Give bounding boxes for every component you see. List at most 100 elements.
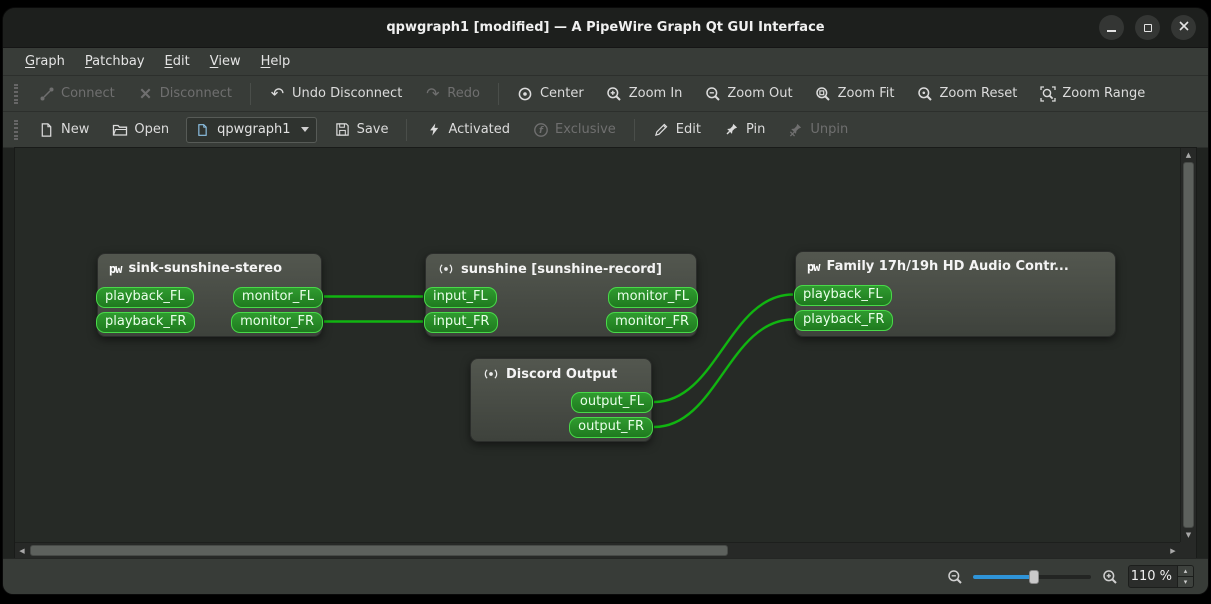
node-title: Family 17h/19h HD Audio Contr... <box>826 259 1069 274</box>
save-icon <box>334 122 351 138</box>
zoom-fit-icon <box>815 86 832 102</box>
menu-help[interactable]: Help <box>251 51 301 72</box>
toolbar-separator <box>497 82 499 105</box>
zoom-out-icon <box>704 86 721 102</box>
port-monitor-FL[interactable]: monitor_FL <box>232 287 323 308</box>
port-playback-FL[interactable]: playback_FL <box>794 285 892 306</box>
port-output-FL[interactable]: output_FL <box>570 392 653 413</box>
menu-view[interactable]: View <box>200 51 251 72</box>
scroll-right-icon[interactable]: ▶ <box>1166 543 1180 558</box>
scroll-down-icon[interactable]: ▼ <box>1181 528 1196 542</box>
connect-icon <box>38 86 55 102</box>
connect-button[interactable]: Connect <box>29 81 124 107</box>
minimize-button[interactable] <box>1099 15 1124 40</box>
patchbay-file-icon <box>194 122 211 138</box>
undo-disconnect-button[interactable]: ↶ Undo Disconnect <box>260 81 411 107</box>
port-input-FR[interactable]: input_FR <box>424 312 499 333</box>
zoom-reset-icon <box>916 86 933 102</box>
node-sunshine[interactable]: sunshine [sunshine-record] input_FL inpu… <box>424 253 698 337</box>
zoom-value: 110 % <box>1130 569 1172 584</box>
exclusive-icon: f <box>532 122 549 138</box>
vertical-scrollbar[interactable]: ▲ ▼ <box>1180 148 1196 542</box>
node-sink-sunshine-stereo[interactable]: pw sink-sunshine-stereo playback_FL play… <box>96 253 323 337</box>
pin-button[interactable]: Pin <box>714 117 774 143</box>
stream-icon <box>437 261 454 277</box>
maximize-icon <box>1143 23 1152 32</box>
stream-icon <box>482 366 499 382</box>
zoom-out-button[interactable]: Zoom Out <box>695 81 801 107</box>
window-title: qpwgraph1 [modified] — A PipeWire Graph … <box>386 20 825 35</box>
zoom-in-icon[interactable] <box>1101 568 1118 585</box>
new-file-icon <box>38 122 55 138</box>
vertical-scrollbar-thumb[interactable] <box>1183 162 1194 528</box>
toolbar-separator <box>406 118 408 141</box>
center-button[interactable]: Center <box>508 81 593 107</box>
port-playback-FL[interactable]: playback_FL <box>96 287 194 308</box>
port-monitor-FL[interactable]: monitor_FL <box>607 287 698 308</box>
menubar: Graph Patchbay Edit View Help <box>3 48 1208 76</box>
save-button[interactable]: Save <box>325 117 398 143</box>
spin-down-button[interactable]: ▾ <box>1178 576 1193 587</box>
open-button[interactable]: Open <box>102 117 178 143</box>
scroll-left-icon[interactable]: ◀ <box>15 543 29 558</box>
zoom-range-button[interactable]: Zoom Range <box>1030 81 1154 107</box>
pipewire-icon: pw <box>807 259 820 274</box>
node-discord-output[interactable]: Discord Output output_FL output_FR <box>470 358 653 442</box>
toolbar-separator <box>249 82 251 105</box>
svg-text:f: f <box>539 126 544 136</box>
redo-icon: ↷ <box>426 83 440 103</box>
disconnect-icon <box>137 86 154 102</box>
unpin-button[interactable]: Unpin <box>778 117 857 143</box>
menu-edit[interactable]: Edit <box>155 51 200 72</box>
port-monitor-FR[interactable]: monitor_FR <box>606 312 698 333</box>
disconnect-button[interactable]: Disconnect <box>128 81 241 107</box>
maximize-button[interactable] <box>1135 15 1160 40</box>
zoom-in-button[interactable]: Zoom In <box>597 81 692 107</box>
zoom-slider-thumb[interactable] <box>1029 569 1040 584</box>
horizontal-scrollbar-thumb[interactable] <box>30 545 728 556</box>
port-playback-FR[interactable]: playback_FR <box>794 310 894 331</box>
redo-button[interactable]: ↷ Redo <box>415 81 489 107</box>
toolbar-main: Connect Disconnect ↶ Undo Disconnect ↷ R… <box>3 76 1208 112</box>
close-icon <box>1178 20 1189 35</box>
edit-button[interactable]: Edit <box>644 117 710 143</box>
node-title: sink-sunshine-stereo <box>128 261 283 276</box>
zoom-fit-button[interactable]: Zoom Fit <box>806 81 904 107</box>
port-input-FL[interactable]: input_FL <box>424 287 497 308</box>
slider-fill <box>973 574 1035 579</box>
zoom-out-icon[interactable] <box>946 568 963 585</box>
undo-icon: ↶ <box>270 83 285 103</box>
activated-toggle[interactable]: Activated <box>416 117 519 143</box>
port-playback-FR[interactable]: playback_FR <box>96 312 196 333</box>
toolbar-drag-handle[interactable] <box>14 83 18 104</box>
scroll-up-icon[interactable]: ▲ <box>1181 148 1196 162</box>
statusbar: 110 % ▴ ▾ <box>3 558 1208 594</box>
node-title: Discord Output <box>506 366 618 382</box>
unpin-icon <box>787 122 804 138</box>
node-title: sunshine [sunshine-record] <box>461 261 662 277</box>
horizontal-scrollbar[interactable]: ◀ ▶ <box>15 542 1180 558</box>
graph-canvas[interactable]: pw sink-sunshine-stereo playback_FL play… <box>15 148 1180 542</box>
lightning-icon <box>425 122 442 138</box>
toolbar-drag-handle[interactable] <box>14 119 18 140</box>
scrollbar-corner <box>1180 542 1196 558</box>
cables-layer <box>323 293 794 429</box>
zoom-slider[interactable] <box>973 568 1091 586</box>
port-monitor-FR[interactable]: monitor_FR <box>231 312 323 333</box>
node-family-hd-audio[interactable]: pw Family 17h/19h HD Audio Contr... play… <box>794 251 1116 337</box>
menu-patchbay[interactable]: Patchbay <box>75 51 155 72</box>
spin-down-icon: ▾ <box>1183 578 1188 586</box>
port-output-FR[interactable]: output_FR <box>569 417 653 438</box>
spin-up-button[interactable]: ▴ <box>1178 566 1193 576</box>
zoom-range-icon <box>1039 85 1056 102</box>
zoom-reset-button[interactable]: Zoom Reset <box>907 81 1026 107</box>
zoom-in-icon <box>606 86 623 102</box>
patchbay-combobox[interactable]: qpwgraph1 <box>186 116 317 143</box>
app-window: qpwgraph1 [modified] — A PipeWire Graph … <box>3 8 1208 594</box>
titlebar[interactable]: qpwgraph1 [modified] — A PipeWire Graph … <box>3 8 1208 48</box>
new-button[interactable]: New <box>29 117 98 143</box>
close-button[interactable] <box>1171 15 1196 40</box>
exclusive-toggle[interactable]: f Exclusive <box>523 117 625 143</box>
menu-graph[interactable]: Graph <box>15 51 75 72</box>
zoom-spinbox[interactable]: 110 % ▴ ▾ <box>1128 565 1194 588</box>
